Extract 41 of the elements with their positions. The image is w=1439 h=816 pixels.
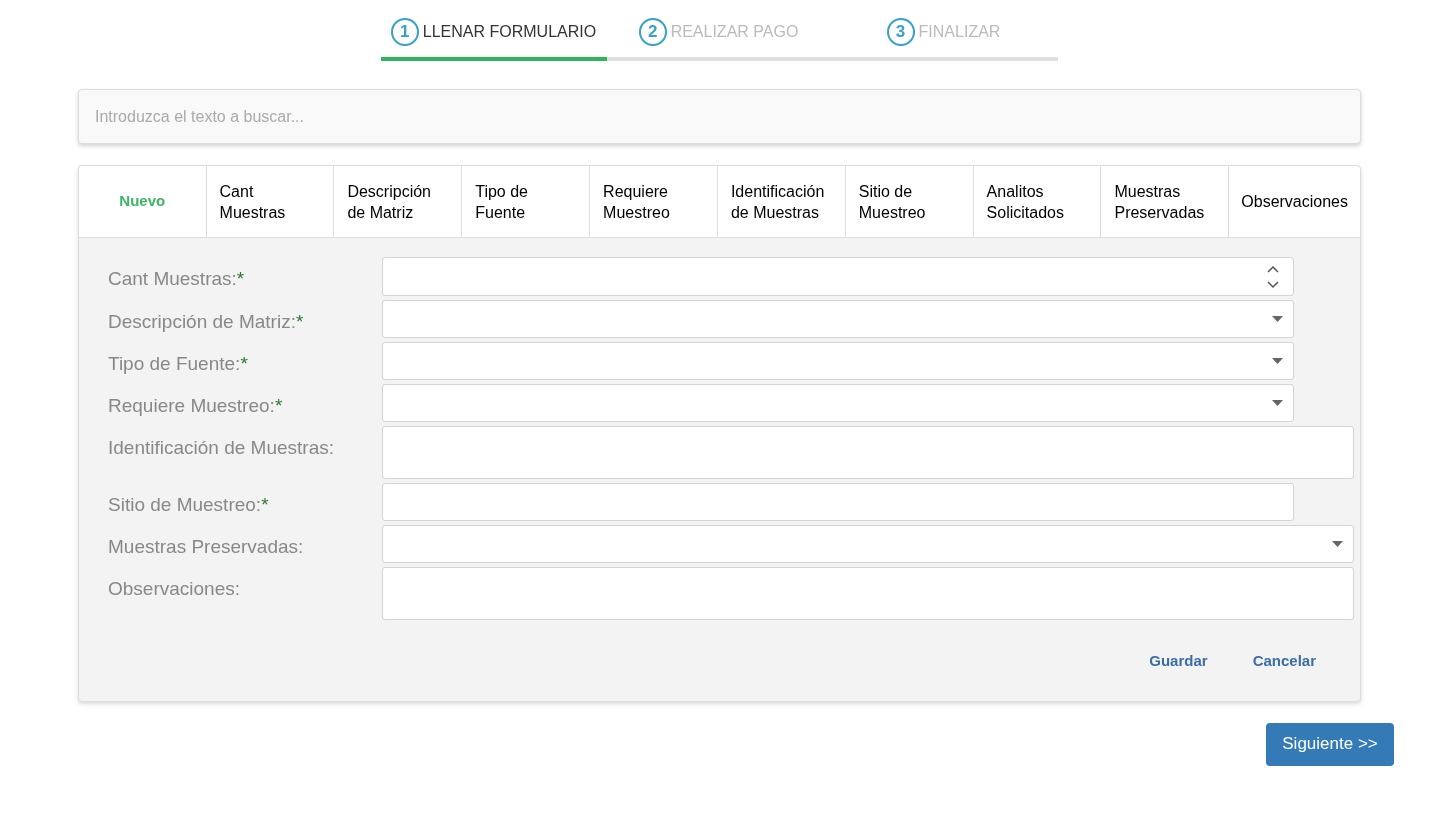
step-label: FINALIZAR	[918, 22, 1001, 42]
next-button[interactable]: Siguiente >>	[1266, 722, 1394, 766]
dropdown-caret-icon	[1272, 316, 1283, 322]
wizard-step-tab[interactable]: 3 FINALIZAR	[831, 17, 1056, 47]
text-area-field[interactable]	[382, 426, 1354, 479]
field-label: Descripción de Matriz:*	[108, 310, 305, 334]
field-label: Requiere Muestreo:*	[108, 394, 284, 418]
column-header: Sitio de Muestreo	[845, 166, 974, 237]
column-header: Cant Muestras	[206, 166, 335, 237]
text-input-field[interactable]	[382, 483, 1294, 521]
column-header: Analitos Solicitados	[973, 166, 1102, 237]
search-field[interactable]: Introduzca el texto a buscar...	[78, 89, 1361, 144]
column-header: Descripción de Matriz	[334, 166, 463, 237]
new-link[interactable]: Nuevo	[119, 190, 166, 213]
form-action-link[interactable]: Cancelar	[1252, 650, 1316, 673]
field-label: Identificación de Muestras:	[108, 436, 335, 460]
field-label: Cant Muestras:*	[108, 267, 246, 291]
wizard-step-tab[interactable]: 2 REALIZAR PAGO	[606, 17, 831, 47]
column-header: Observaciones	[1240, 192, 1349, 212]
field-label: Observaciones:	[108, 577, 241, 601]
dropdown-caret-icon	[1332, 541, 1343, 547]
spinner-arrows-icon[interactable]	[1267, 263, 1279, 290]
dropdown-field[interactable]	[382, 525, 1354, 563]
column-header: Muestras Preservadas	[1101, 166, 1230, 237]
form-action-link[interactable]: Guardar	[1149, 650, 1208, 673]
dropdown-caret-icon	[1272, 358, 1283, 364]
step-label: REALIZAR PAGO	[670, 22, 799, 42]
dropdown-caret-icon	[1272, 400, 1283, 406]
wizard-step-tab[interactable]: 1 LLENAR FORMULARIO	[381, 17, 606, 47]
field-label: Tipo de Fuente:*	[108, 352, 249, 376]
field-label: Muestras Preservadas:	[108, 535, 305, 559]
column-header: Identificación de Muestras	[717, 166, 846, 237]
step-label: LLENAR FORMULARIO	[422, 22, 597, 42]
dropdown-field[interactable]	[382, 342, 1294, 380]
column-header: Requiere Muestreo	[590, 166, 718, 237]
field-label: Sitio de Muestreo:*	[108, 493, 270, 517]
text-area-field[interactable]	[382, 567, 1354, 620]
number-input-field[interactable]	[382, 257, 1294, 296]
dropdown-field[interactable]	[382, 300, 1294, 338]
dropdown-field[interactable]	[382, 384, 1294, 422]
column-header: Tipo de Fuente	[462, 166, 591, 237]
